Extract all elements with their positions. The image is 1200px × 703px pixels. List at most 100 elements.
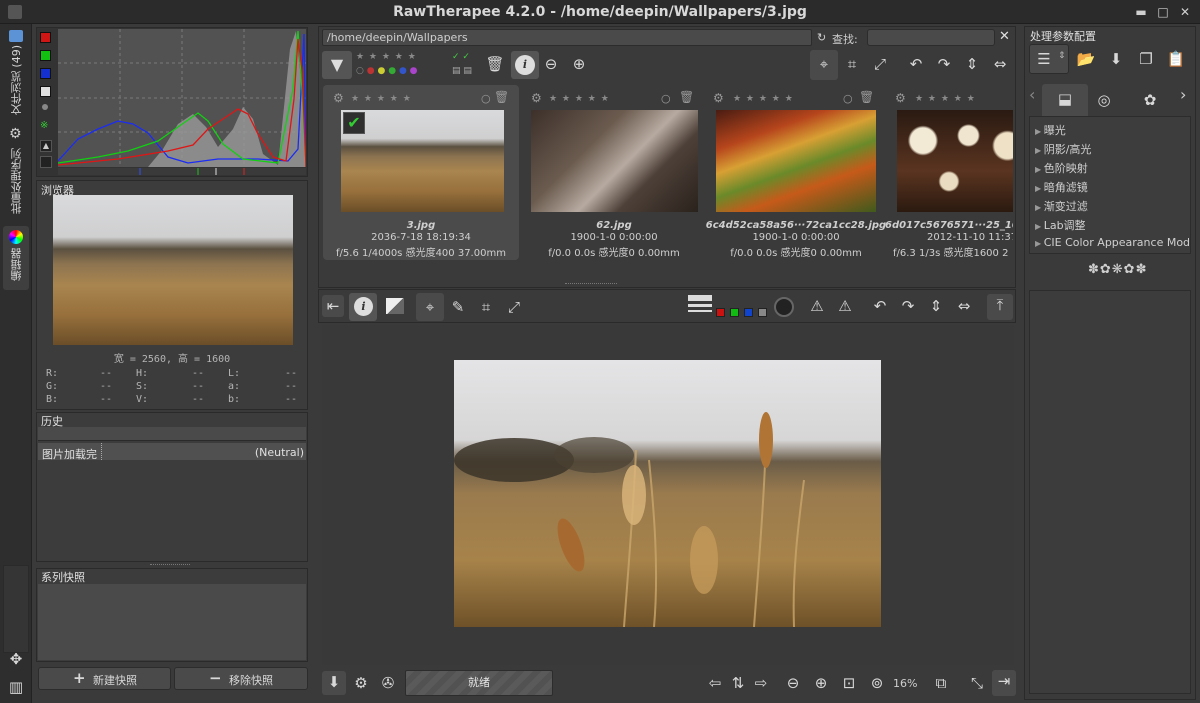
rotate-left-icon[interactable]: ↶	[869, 295, 891, 317]
fullscreen-icon[interactable]: ⤡	[966, 672, 988, 694]
hide-left-panel-icon[interactable]: ⇤	[322, 295, 344, 317]
crop-icon[interactable]: ⌗	[475, 296, 497, 318]
blue-channel-toggle[interactable]	[40, 68, 51, 79]
preview-luminance-icon[interactable]	[758, 308, 767, 317]
save-icon[interactable]: ⬇	[322, 671, 346, 695]
hide-right-panel-icon[interactable]: ⇥	[992, 670, 1016, 696]
circle-icon[interactable]: ○	[481, 92, 491, 105]
external-editor-icon[interactable]: ✇	[377, 672, 399, 694]
send-to-queue-icon[interactable]: ⚙	[350, 672, 372, 694]
gear-icon[interactable]: ⚙	[713, 91, 724, 105]
rating-stars[interactable]: ★ ★ ★ ★ ★	[915, 94, 976, 104]
red-channel-toggle[interactable]	[40, 32, 51, 43]
thumbnail-image[interactable]	[531, 110, 698, 212]
circle-icon[interactable]: ○	[661, 92, 671, 105]
previous-image-icon[interactable]: ⇦	[704, 672, 726, 694]
focus-mask-icon[interactable]	[774, 297, 794, 317]
search-input[interactable]	[867, 29, 995, 46]
rating-stars[interactable]: ★ ★ ★ ★ ★	[351, 94, 412, 104]
sync-icon[interactable]: ⇅	[727, 672, 749, 694]
tab-exposure[interactable]: ⬓	[1042, 84, 1088, 116]
trash-filter-icon[interactable]: 🗑	[484, 53, 506, 75]
zoom-fit-icon[interactable]: ⊡	[838, 672, 860, 694]
rating-stars[interactable]: ★ ★ ★ ★ ★	[549, 94, 610, 104]
tool-tone-mapping[interactable]: ▶ 色阶映射	[1035, 160, 1189, 176]
new-window-icon[interactable]: ⧉	[930, 672, 952, 694]
tool-lab-adjustments[interactable]: ▶ Lab调整	[1035, 217, 1189, 233]
tab-file-browser[interactable]: 文件浏览 (49)	[3, 27, 29, 123]
save-profile-icon[interactable]: ⬇	[1104, 48, 1128, 70]
fullscreen-icon[interactable]: ▥	[4, 676, 28, 698]
navigator-preview[interactable]	[53, 195, 293, 345]
tool-ciecam[interactable]: ▶ CIE Color Appearance Mode	[1035, 236, 1189, 249]
splitter[interactable]	[565, 283, 617, 285]
edited-filter[interactable]: ✓ ✓	[452, 52, 470, 62]
tab-batch-queue[interactable]: ⚙ 批量处理序列	[3, 124, 29, 224]
color-label-filter[interactable]: ○ ● ● ● ● ●	[356, 66, 418, 76]
clipping-highlight-icon[interactable]: ⚠	[834, 295, 856, 317]
rotate-right-icon[interactable]: ↷	[933, 53, 955, 75]
before-after-icon[interactable]	[386, 298, 404, 314]
thumbnail-4[interactable]: ⚙ ★ ★ ★ ★ ★ 6d017c5676571···25_1032. 201…	[885, 85, 1013, 260]
splitter[interactable]	[150, 564, 190, 567]
crop-icon[interactable]: ⌗	[841, 53, 863, 75]
snapshots-list[interactable]	[38, 584, 306, 660]
trash-icon[interactable]: 🗑	[679, 90, 694, 104]
flip-vertical-icon[interactable]: ⇕	[925, 295, 947, 317]
green-channel-toggle[interactable]	[40, 50, 51, 61]
luminance-toggle[interactable]	[40, 86, 51, 97]
move-icon[interactable]: ✥	[4, 648, 28, 670]
zoom-out-icon[interactable]: ⊖	[540, 53, 562, 75]
thumbnail-image[interactable]	[897, 110, 1013, 212]
window-menu-button[interactable]: ▬	[1133, 4, 1149, 20]
zoom-in-icon[interactable]: ⊕	[568, 53, 590, 75]
zoom-out-icon[interactable]: ⊖	[782, 672, 804, 694]
filter-icon[interactable]: ▼	[322, 51, 352, 79]
trash-icon[interactable]: 🗑	[494, 90, 509, 104]
tool-vignetting[interactable]: ▶ 暗角滤镜	[1035, 179, 1189, 195]
clear-search-icon[interactable]: ✕	[999, 29, 1010, 44]
circle-icon[interactable]: ○	[843, 92, 853, 105]
new-snapshot-button[interactable]: + 新建快照	[38, 667, 171, 690]
star-filter[interactable]: ★ ★ ★ ★ ★	[356, 52, 417, 62]
transform-icon[interactable]: ⤢	[869, 53, 891, 75]
thumbnail-image[interactable]	[716, 110, 876, 212]
transform-icon[interactable]: ⤢	[503, 296, 525, 318]
rotate-right-icon[interactable]: ↷	[897, 295, 919, 317]
path-input[interactable]: /home/deepin/Wallpapers	[322, 29, 812, 46]
preview-mode-icon[interactable]	[686, 293, 714, 315]
info-toggle[interactable]: i	[349, 293, 377, 321]
bar-icon[interactable]: ▲	[40, 140, 52, 152]
grid-icon[interactable]	[40, 156, 52, 168]
thumbnail-1[interactable]: ⚙ ★ ★ ★ ★ ★ ○ 🗑 ✔ 3.jpg 2036-7-18 18:19:…	[323, 85, 519, 260]
zoom-100-icon[interactable]: ⊚	[866, 672, 888, 694]
tab-color-icon[interactable]: ✿	[1138, 89, 1162, 111]
rating-stars[interactable]: ★ ★ ★ ★ ★	[733, 94, 794, 104]
tab-editor[interactable]: 编辑器	[3, 226, 29, 290]
profile-selector[interactable]: ☰ ⇕	[1029, 44, 1069, 74]
tab-detail-icon[interactable]: ◎	[1092, 89, 1116, 111]
info-toggle[interactable]: i	[511, 51, 539, 79]
preview-blue-icon[interactable]	[744, 308, 753, 317]
saved-filter[interactable]: ▤ ▤	[452, 66, 472, 76]
close-window-button[interactable]: ✕	[1177, 4, 1193, 20]
clipping-shadow-icon[interactable]: ⚠	[806, 295, 828, 317]
color-picker-icon[interactable]: ✎	[447, 296, 469, 318]
main-preview-image[interactable]	[454, 360, 881, 627]
trash-icon[interactable]: 🗑	[859, 90, 874, 104]
gear-icon[interactable]: ⚙	[895, 91, 906, 105]
zoom-in-icon[interactable]: ⊕	[810, 672, 832, 694]
tool-shadows-highlights[interactable]: ▶ 阴影/高光	[1035, 141, 1189, 157]
remove-snapshot-button[interactable]: − 移除快照	[174, 667, 308, 690]
tabs-next-icon[interactable]: ›	[1180, 85, 1186, 104]
preview-red-icon[interactable]	[716, 308, 725, 317]
gear-icon[interactable]: ⚙	[333, 91, 344, 105]
preview-green-icon[interactable]	[730, 308, 739, 317]
hide-top-panel-icon[interactable]: ⤒	[987, 294, 1013, 320]
next-image-icon[interactable]: ⇨	[750, 672, 772, 694]
flip-vertical-icon[interactable]: ⇕	[961, 53, 983, 75]
paste-profile-icon[interactable]: 📋	[1164, 48, 1188, 70]
thumbnail-3[interactable]: ⚙ ★ ★ ★ ★ ★ ○ 🗑 6c4d52ca58a56···72ca1cc2…	[703, 85, 886, 260]
gear-icon[interactable]: ⚙	[531, 91, 542, 105]
refresh-icon[interactable]: ↻	[817, 31, 826, 44]
